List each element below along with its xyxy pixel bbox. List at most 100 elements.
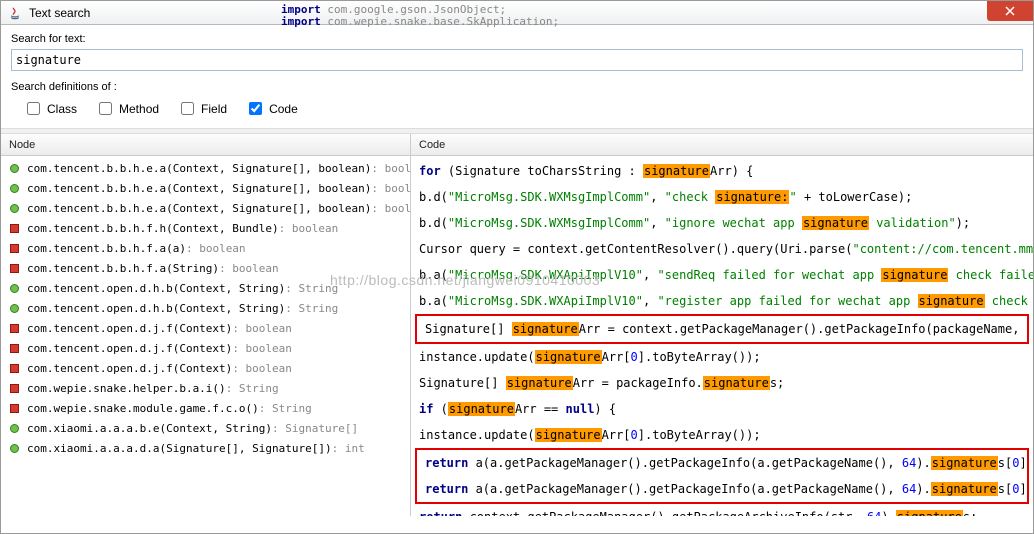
code-row[interactable]: return context.getPackageManager().getPa…: [411, 504, 1033, 516]
definitions-label: Search definitions of :: [11, 81, 1023, 93]
node-signature: com.tencent.open.d.j.f(Context): [27, 342, 232, 355]
method-public-icon: [7, 281, 21, 295]
highlight-box: return a(a.getPackageManager().getPackag…: [415, 448, 1029, 504]
node-signature: com.tencent.b.b.h.f.a(a): [27, 242, 186, 255]
node-signature: com.tencent.open.d.j.f(Context): [27, 362, 232, 375]
code-row[interactable]: b.d("MicroMsg.SDK.WXMsgImplComm", "check…: [411, 184, 1033, 210]
code-row[interactable]: b.a("MicroMsg.SDK.WXApiImplV10", "regist…: [411, 288, 1033, 314]
code-column: Code for (Signature toCharsString : sign…: [411, 134, 1033, 516]
check-class[interactable]: Class: [23, 99, 77, 118]
search-input[interactable]: [11, 49, 1023, 71]
code-row[interactable]: b.d("MicroMsg.SDK.WXMsgImplComm", "ignor…: [411, 210, 1033, 236]
background-code: import com.google.gson.JsonObject; impor…: [281, 4, 559, 28]
node-row[interactable]: com.tencent.open.d.j.f(Context) : boolea…: [1, 318, 410, 338]
method-public-icon: [7, 421, 21, 435]
node-row[interactable]: com.tencent.b.b.h.f.a(a) : boolean: [1, 238, 410, 258]
checkbox-code[interactable]: [249, 102, 262, 115]
results-pane: Node com.tencent.b.b.h.e.a(Context, Sign…: [1, 134, 1033, 516]
method-default-icon: [7, 381, 21, 395]
node-return-type: : Signature[]: [272, 422, 358, 435]
node-return-type: : String: [285, 282, 338, 295]
node-return-type: : boolean: [186, 242, 246, 255]
node-row[interactable]: com.tencent.open.d.j.f(Context) : boolea…: [1, 338, 410, 358]
node-return-type: : boolean: [232, 342, 292, 355]
node-row[interactable]: com.tencent.b.b.h.f.h(Context, Bundle) :…: [1, 218, 410, 238]
method-default-icon: [7, 261, 21, 275]
node-list: com.tencent.b.b.h.e.a(Context, Signature…: [1, 156, 410, 460]
definitions-section: Search definitions of : Class Method Fie…: [1, 75, 1033, 128]
node-signature: com.tencent.open.d.h.b(Context, String): [27, 282, 285, 295]
node-signature: com.xiaomi.a.a.a.d.a(Signature[], Signat…: [27, 442, 332, 455]
node-return-type: : boolean: [371, 182, 410, 195]
code-header[interactable]: Code: [411, 134, 1033, 156]
node-row[interactable]: com.tencent.open.d.j.f(Context) : boolea…: [1, 358, 410, 378]
node-return-type: : boolean: [279, 222, 339, 235]
code-row[interactable]: for (Signature toCharsString : signature…: [411, 158, 1033, 184]
node-row[interactable]: com.tencent.b.b.h.e.a(Context, Signature…: [1, 198, 410, 218]
method-default-icon: [7, 321, 21, 335]
node-row[interactable]: com.wepie.snake.helper.b.a.i() : String: [1, 378, 410, 398]
search-section: Search for text:: [1, 25, 1033, 75]
node-signature: com.wepie.snake.helper.b.a.i(): [27, 382, 226, 395]
close-icon: [1005, 6, 1015, 16]
node-signature: com.tencent.b.b.h.e.a(Context, Signature…: [27, 182, 371, 195]
check-method[interactable]: Method: [95, 99, 159, 118]
code-row[interactable]: Signature[] signatureArr = context.getPa…: [417, 316, 1027, 342]
node-row[interactable]: com.tencent.open.d.h.b(Context, String) …: [1, 278, 410, 298]
code-row[interactable]: Cursor query = context.getContentResolve…: [411, 236, 1033, 262]
node-return-type: : boolean: [232, 362, 292, 375]
method-public-icon: [7, 441, 21, 455]
node-return-type: : int: [332, 442, 365, 455]
method-public-icon: [7, 301, 21, 315]
close-button[interactable]: [987, 1, 1033, 21]
node-column: Node com.tencent.b.b.h.e.a(Context, Sign…: [1, 134, 411, 516]
titlebar: Text search import com.google.gson.JsonO…: [1, 1, 1033, 25]
method-default-icon: [7, 361, 21, 375]
node-signature: com.tencent.b.b.h.e.a(Context, Signature…: [27, 202, 371, 215]
node-return-type: : boolean: [371, 162, 410, 175]
node-signature: com.tencent.b.b.h.e.a(Context, Signature…: [27, 162, 371, 175]
node-header[interactable]: Node: [1, 134, 410, 156]
node-return-type: : boolean: [219, 262, 279, 275]
node-return-type: : boolean: [371, 202, 410, 215]
node-return-type: : String: [285, 302, 338, 315]
check-code[interactable]: Code: [245, 99, 298, 118]
checkbox-field[interactable]: [181, 102, 194, 115]
node-signature: com.xiaomi.a.a.a.b.e(Context, String): [27, 422, 272, 435]
node-signature: com.wepie.snake.module.game.f.c.o(): [27, 402, 259, 415]
node-return-type: : String: [226, 382, 279, 395]
method-public-icon: [7, 161, 21, 175]
method-default-icon: [7, 241, 21, 255]
checkbox-class[interactable]: [27, 102, 40, 115]
node-signature: com.tencent.open.d.h.b(Context, String): [27, 302, 285, 315]
window-title: Text search: [29, 6, 90, 20]
highlight-box: Signature[] signatureArr = context.getPa…: [415, 314, 1029, 344]
java-icon: [7, 5, 23, 21]
node-row[interactable]: com.xiaomi.a.a.a.b.e(Context, String) : …: [1, 418, 410, 438]
check-field[interactable]: Field: [177, 99, 227, 118]
code-row[interactable]: Signature[] signatureArr = packageInfo.s…: [411, 370, 1033, 396]
method-public-icon: [7, 201, 21, 215]
method-public-icon: [7, 181, 21, 195]
code-row[interactable]: instance.update(signatureArr[0].toByteAr…: [411, 422, 1033, 448]
node-row[interactable]: com.wepie.snake.module.game.f.c.o() : St…: [1, 398, 410, 418]
code-list: for (Signature toCharsString : signature…: [411, 156, 1033, 516]
method-default-icon: [7, 401, 21, 415]
search-label: Search for text:: [11, 33, 1023, 45]
node-row[interactable]: com.tencent.open.d.h.b(Context, String) …: [1, 298, 410, 318]
code-row[interactable]: return a(a.getPackageManager().getPackag…: [417, 450, 1027, 476]
method-default-icon: [7, 341, 21, 355]
node-row[interactable]: com.xiaomi.a.a.a.d.a(Signature[], Signat…: [1, 438, 410, 458]
node-row[interactable]: com.tencent.b.b.h.f.a(String) : boolean: [1, 258, 410, 278]
node-return-type: : String: [259, 402, 312, 415]
node-row[interactable]: com.tencent.b.b.h.e.a(Context, Signature…: [1, 158, 410, 178]
code-row[interactable]: instance.update(signatureArr[0].toByteAr…: [411, 344, 1033, 370]
node-row[interactable]: com.tencent.b.b.h.e.a(Context, Signature…: [1, 178, 410, 198]
code-row[interactable]: return a(a.getPackageManager().getPackag…: [417, 476, 1027, 502]
node-signature: com.tencent.b.b.h.f.h(Context, Bundle): [27, 222, 279, 235]
checkbox-method[interactable]: [99, 102, 112, 115]
node-signature: com.tencent.open.d.j.f(Context): [27, 322, 232, 335]
code-row[interactable]: b.a("MicroMsg.SDK.WXApiImplV10", "sendRe…: [411, 262, 1033, 288]
node-return-type: : boolean: [232, 322, 292, 335]
code-row[interactable]: if (signatureArr == null) {: [411, 396, 1033, 422]
